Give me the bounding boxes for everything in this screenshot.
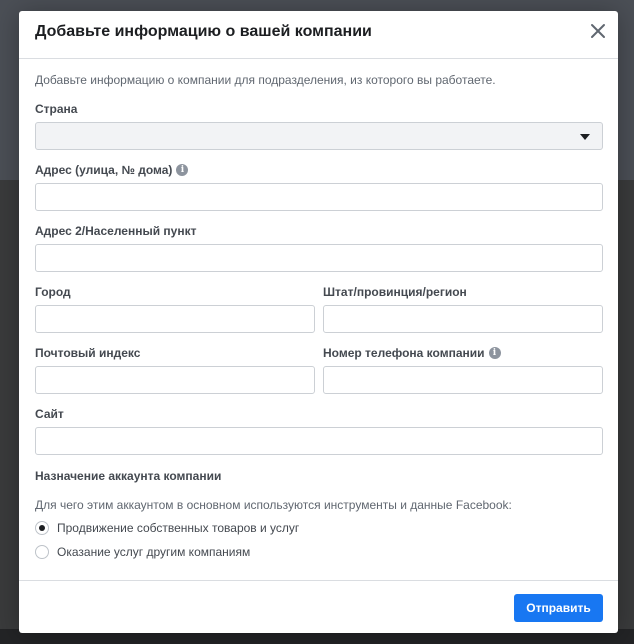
- phone-label-text: Номер телефона компании: [323, 346, 485, 360]
- address2-input[interactable]: [35, 244, 603, 272]
- phone-label: Номер телефона компании i: [323, 346, 501, 360]
- close-icon[interactable]: [588, 21, 608, 41]
- purpose-title: Назначение аккаунта компании: [35, 469, 222, 483]
- country-select[interactable]: [35, 122, 603, 150]
- info-icon[interactable]: i: [488, 347, 501, 359]
- website-label: Сайт: [35, 407, 64, 421]
- city-label: Город: [35, 285, 71, 299]
- radio-button[interactable]: [35, 521, 49, 535]
- caret-down-icon: [580, 134, 590, 140]
- zip-input[interactable]: [35, 366, 315, 394]
- purpose-option-services[interactable]: Оказание услуг другим компаниям: [35, 545, 250, 559]
- address1-input[interactable]: [35, 183, 603, 211]
- phone-input[interactable]: [323, 366, 603, 394]
- purpose-question: Для чего этим аккаунтом в основном испол…: [35, 498, 512, 512]
- address1-label-text: Адрес (улица, № дома): [35, 163, 173, 177]
- dialog-intro: Добавьте информацию о компании для подра…: [35, 73, 496, 87]
- radio-label: Продвижение собственных товаров и услуг: [57, 521, 300, 535]
- footer-divider: [19, 580, 618, 581]
- website-label-text: Сайт: [35, 407, 64, 421]
- purpose-option-own-products[interactable]: Продвижение собственных товаров и услуг: [35, 521, 299, 535]
- country-label-text: Страна: [35, 102, 78, 116]
- address2-label-text: Адрес 2/Населенный пункт: [35, 224, 197, 238]
- info-icon[interactable]: i: [176, 164, 189, 176]
- submit-button[interactable]: Отправить: [514, 594, 603, 622]
- zip-label-text: Почтовый индекс: [35, 346, 141, 360]
- address2-label: Адрес 2/Населенный пункт: [35, 224, 196, 238]
- state-label-text: Штат/провинция/регион: [323, 285, 467, 299]
- radio-label: Оказание услуг другим компаниям: [57, 545, 251, 559]
- website-input[interactable]: [35, 427, 603, 455]
- country-label: Страна: [35, 102, 77, 116]
- state-label: Штат/провинция/регион: [323, 285, 467, 299]
- city-label-text: Город: [35, 285, 71, 299]
- zip-label: Почтовый индекс: [35, 346, 140, 360]
- radio-button[interactable]: [35, 545, 49, 559]
- state-input[interactable]: [323, 305, 603, 333]
- city-input[interactable]: [35, 305, 315, 333]
- address1-label: Адрес (улица, № дома) i: [35, 163, 189, 177]
- business-info-dialog: Добавьте информацию о вашей компании Доб…: [19, 11, 618, 633]
- dialog-title: Добавьте информацию о вашей компании: [35, 23, 372, 40]
- dialog-header: Добавьте информацию о вашей компании: [19, 11, 618, 59]
